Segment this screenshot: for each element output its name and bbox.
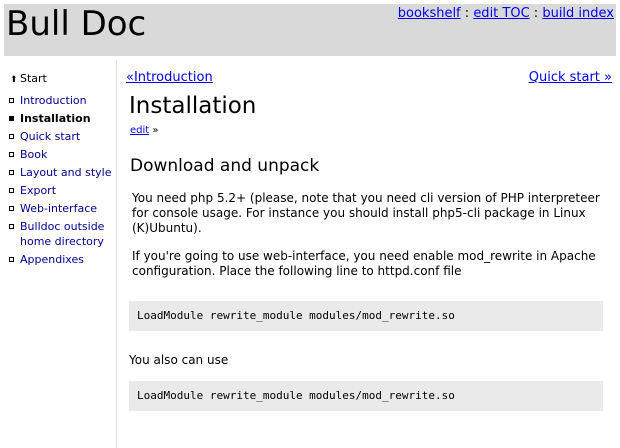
code-block: LoadModule rewrite_module modules/mod_re…	[129, 301, 603, 331]
next-page-link[interactable]: Quick start »	[529, 70, 612, 86]
page-title: Installation	[129, 93, 257, 119]
sidebar-item-label[interactable]: Web-interface	[20, 202, 97, 215]
sidebar-item-label[interactable]: Appendixes	[20, 253, 84, 266]
prev-page-link[interactable]: «Introduction	[126, 70, 213, 86]
section-heading: Download and unpack	[130, 156, 320, 176]
edit-toc-link[interactable]: edit TOC	[473, 6, 529, 21]
header-bar: Bull Doc bookshelf : edit TOC : build in…	[4, 4, 616, 56]
sidebar-item-label: Installation	[20, 112, 91, 125]
sidebar-toc: ⬆ Start Introduction Installation Quick s…	[0, 60, 117, 448]
sidebar-item-book[interactable]: Book	[8, 147, 116, 162]
sidebar-item-appendixes[interactable]: Appendixes	[8, 252, 116, 267]
bullet-icon	[9, 206, 14, 211]
sidebar-item-quick-start[interactable]: Quick start	[8, 129, 116, 144]
sidebar-item-export[interactable]: Export	[8, 183, 116, 198]
sidebar-item-bulldoc-outside[interactable]: Bulldoc outside home directory	[8, 219, 116, 249]
nav-separator: :	[464, 6, 470, 21]
bookshelf-link[interactable]: bookshelf	[398, 6, 461, 21]
sidebar-start-label: Start	[20, 72, 47, 85]
site-title: Bull Doc	[6, 4, 147, 44]
requirements-paragraph: You need php 5.2+ (please, note that you…	[132, 191, 600, 235]
bullet-icon	[9, 188, 14, 193]
sidebar-item-installation: Installation	[8, 111, 116, 126]
sidebar-item-web-interface[interactable]: Web-interface	[8, 201, 116, 216]
edit-line: edit »	[130, 124, 159, 138]
bullet-icon	[9, 116, 14, 121]
edit-suffix: »	[152, 125, 159, 136]
bullet-icon	[9, 257, 14, 262]
sidebar-item-introduction[interactable]: Introduction	[8, 93, 116, 108]
sidebar-item-label[interactable]: Export	[20, 184, 56, 197]
bullet-icon	[9, 170, 14, 175]
sidebar-item-label[interactable]: Quick start	[20, 130, 80, 143]
header-nav: bookshelf : edit TOC : build index	[398, 6, 614, 22]
bullet-icon	[9, 134, 14, 139]
sidebar-item-label[interactable]: Layout and style	[20, 166, 111, 179]
sidebar-item-label[interactable]: Bulldoc outside home directory	[20, 220, 104, 248]
build-index-link[interactable]: build index	[542, 6, 614, 21]
sidebar-start-link[interactable]: ⬆ Start	[10, 72, 47, 87]
edit-link[interactable]: edit	[130, 125, 149, 136]
also-text: You also can use	[129, 353, 229, 367]
code-block: LoadModule rewrite_module modules/mod_re…	[129, 381, 603, 411]
sidebar-list: Introduction Installation Quick start Bo…	[8, 93, 116, 270]
mod-rewrite-paragraph: If you're going to use web-interface, yo…	[132, 249, 596, 278]
bullet-icon	[9, 152, 14, 157]
bullet-icon	[9, 98, 14, 103]
nav-separator: :	[533, 6, 539, 21]
sidebar-item-layout-and-style[interactable]: Layout and style	[8, 165, 116, 180]
sidebar-item-label[interactable]: Book	[20, 148, 47, 161]
bullet-icon	[9, 224, 14, 229]
up-arrow-icon: ⬆	[10, 75, 18, 85]
sidebar-item-label[interactable]: Introduction	[20, 94, 87, 107]
